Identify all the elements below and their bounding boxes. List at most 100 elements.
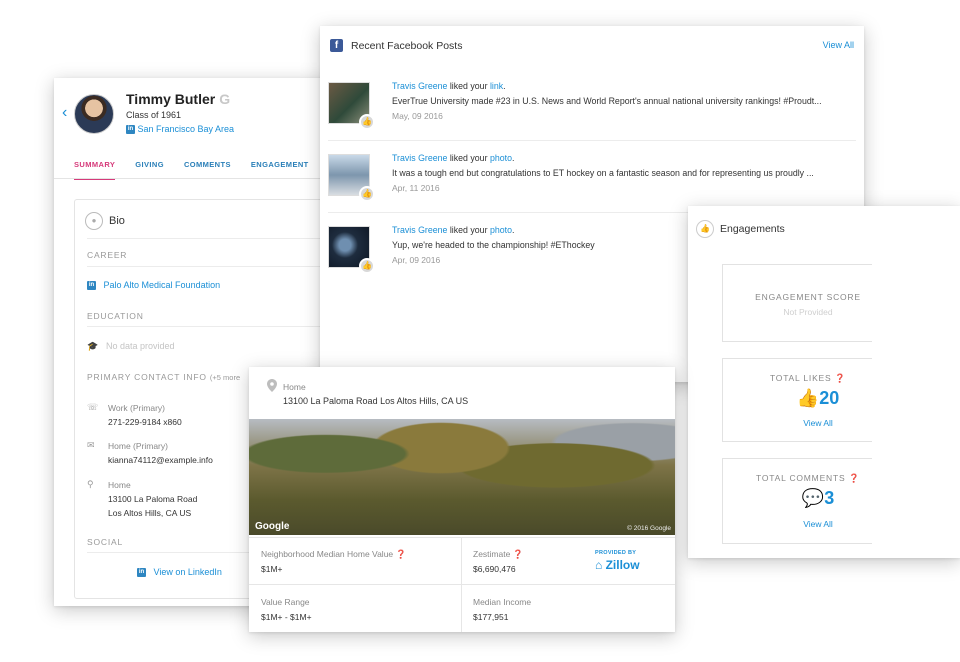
thumbs-up-icon: 👍 bbox=[359, 258, 375, 274]
zestimate-value[interactable]: $6,690,476 bbox=[473, 564, 516, 574]
help-icon[interactable]: ❓ bbox=[835, 373, 846, 383]
total-likes-number: 20 bbox=[819, 388, 840, 408]
gift-badge-icon: G bbox=[219, 91, 231, 107]
engagements-title: Engagements bbox=[720, 223, 785, 235]
engagement-score-box: ENGAGEMENT SCORE Not Provided bbox=[722, 264, 872, 342]
thumbs-up-icon: 👍 bbox=[696, 220, 714, 238]
post-text: It was a tough end but congratulations t… bbox=[392, 168, 814, 178]
zestimate-cell: Zestimate ❓ $6,690,476 bbox=[461, 537, 673, 584]
engagement-score-value: Not Provided bbox=[783, 307, 833, 317]
tab-divider bbox=[54, 178, 354, 179]
work-label: Work (Primary) bbox=[108, 403, 165, 413]
photo-copyright: © 2016 Google bbox=[627, 525, 671, 532]
phone-icon: ☏ bbox=[87, 402, 99, 412]
help-icon[interactable]: ❓ bbox=[396, 549, 407, 559]
likes-view-all-link[interactable]: View All bbox=[723, 418, 913, 428]
email-icon: ✉ bbox=[87, 440, 95, 450]
total-likes-label-text: TOTAL LIKES bbox=[769, 373, 832, 383]
median-home-value-label: Neighborhood Median Home Value ❓ bbox=[261, 549, 406, 560]
linkedin-icon: in bbox=[126, 125, 135, 135]
linkedin-row[interactable]: in View on LinkedIn bbox=[137, 567, 222, 578]
post-action: liked your bbox=[447, 153, 490, 163]
education-header: EDUCATION bbox=[87, 311, 144, 321]
provided-by-label: PROVIDED BY bbox=[595, 550, 637, 556]
help-icon[interactable]: ❓ bbox=[849, 473, 860, 483]
home-address: 13100 La Paloma Road Los Altos Hills, CA… bbox=[283, 396, 469, 406]
tab-giving[interactable]: GIVING bbox=[135, 160, 164, 180]
total-comments-label: TOTAL COMMENTS ❓ bbox=[723, 473, 893, 484]
bio-title: Bio bbox=[109, 215, 125, 227]
divider bbox=[87, 266, 354, 267]
divider bbox=[87, 238, 354, 239]
tab-summary[interactable]: SUMMARY bbox=[74, 160, 116, 180]
median-home-value: $1M+ bbox=[261, 564, 283, 574]
value-range-label: Value Range bbox=[261, 597, 310, 607]
facebook-post: 👍 Travis Greene liked your link. EverTru… bbox=[328, 74, 856, 146]
median-income: $177,951 bbox=[473, 612, 509, 622]
post-user-link[interactable]: Travis Greene bbox=[392, 153, 447, 163]
post-object-link[interactable]: photo bbox=[490, 225, 512, 235]
facebook-view-all-link[interactable]: View All bbox=[823, 40, 854, 50]
career-employer-link[interactable]: Palo Alto Medical Foundation bbox=[104, 280, 221, 290]
profile-name-text: Timmy Butler bbox=[126, 91, 216, 107]
social-header: SOCIAL bbox=[87, 537, 123, 547]
home-label: Home bbox=[108, 480, 131, 490]
post-action: liked your bbox=[447, 81, 490, 91]
tab-engagement[interactable]: ENGAGEMENT bbox=[251, 160, 309, 180]
profile-tabs: SUMMARY GIVING COMMENTS ENGAGEMENT bbox=[74, 160, 354, 180]
facebook-icon: f bbox=[330, 39, 343, 52]
post-text: EverTrue University made #23 in U.S. New… bbox=[392, 96, 822, 106]
post-date: Apr, 09 2016 bbox=[392, 255, 441, 265]
total-likes-box: TOTAL LIKES ❓ 👍20 View All bbox=[722, 358, 872, 442]
contact-more[interactable]: (+5 more bbox=[210, 373, 240, 382]
thumbs-up-icon: 👍 bbox=[796, 388, 820, 408]
divider bbox=[87, 326, 354, 327]
street-view-photo[interactable]: Google © 2016 Google bbox=[249, 419, 675, 535]
profile-name: Timmy Butler G bbox=[126, 91, 230, 107]
linkedin-icon: in bbox=[87, 281, 96, 291]
view-linkedin-link[interactable]: View on LinkedIn bbox=[154, 567, 222, 577]
zillow-logo[interactable]: ⌂ Zillow bbox=[595, 558, 640, 572]
location-link[interactable]: San Francisco Bay Area bbox=[138, 124, 235, 134]
engagements-card: 👍 Engagements ENGAGEMENT SCORE Not Provi… bbox=[688, 206, 960, 558]
education-value: No data provided bbox=[106, 341, 175, 351]
back-chevron-icon[interactable]: ‹ bbox=[62, 104, 67, 122]
email-link[interactable]: kianna74112@example.info bbox=[108, 455, 213, 465]
total-comments-label-text: TOTAL COMMENTS bbox=[756, 473, 846, 483]
thumbs-up-icon: 👍 bbox=[359, 186, 375, 202]
contact-header-text: PRIMARY CONTACT INFO bbox=[87, 372, 207, 382]
career-header: CAREER bbox=[87, 250, 128, 260]
post-object-link[interactable]: photo bbox=[490, 153, 512, 163]
value-range: $1M+ - $1M+ bbox=[261, 612, 312, 622]
home-address-line1[interactable]: 13100 La Paloma Road bbox=[108, 494, 197, 504]
divider bbox=[249, 537, 675, 538]
help-icon[interactable]: ❓ bbox=[513, 549, 524, 559]
career-row[interactable]: in Palo Alto Medical Foundation bbox=[87, 280, 221, 291]
post-date: May, 09 2016 bbox=[392, 111, 443, 121]
post-activity: Travis Greene liked your photo. bbox=[392, 225, 515, 235]
home-address-line2[interactable]: Los Altos Hills, CA US bbox=[108, 508, 191, 518]
post-action: liked your bbox=[447, 225, 490, 235]
email-label: Home (Primary) bbox=[108, 441, 168, 451]
post-object-link[interactable]: link bbox=[490, 81, 503, 91]
post-user-link[interactable]: Travis Greene bbox=[392, 225, 447, 235]
facebook-card-title: Recent Facebook Posts bbox=[351, 40, 463, 52]
google-logo: Google bbox=[255, 521, 290, 532]
work-phone: 271-229-9184 x860 bbox=[108, 417, 182, 427]
graduation-cap-icon: 🎓 bbox=[87, 341, 99, 351]
home-value-card: Home 13100 La Paloma Road Los Altos Hill… bbox=[249, 367, 675, 632]
contact-header: PRIMARY CONTACT INFO (+5 more bbox=[87, 372, 240, 382]
zestimate-label: Zestimate ❓ bbox=[473, 549, 523, 560]
engagement-score-label: ENGAGEMENT SCORE bbox=[755, 292, 861, 302]
tab-comments[interactable]: COMMENTS bbox=[184, 160, 231, 180]
comments-view-all-link[interactable]: View All bbox=[723, 519, 913, 529]
avatar bbox=[74, 94, 114, 134]
map-pin-icon: ⚲ bbox=[87, 479, 94, 489]
zestimate-label-text: Zestimate bbox=[473, 549, 511, 559]
post-user-link[interactable]: Travis Greene bbox=[392, 81, 447, 91]
zillow-logo-text: Zillow bbox=[605, 558, 640, 572]
location[interactable]: in San Francisco Bay Area bbox=[126, 124, 235, 135]
home-label: Home bbox=[283, 382, 306, 392]
post-activity: Travis Greene liked your link. bbox=[392, 81, 506, 91]
thumbs-up-icon: 👍 bbox=[359, 114, 375, 130]
